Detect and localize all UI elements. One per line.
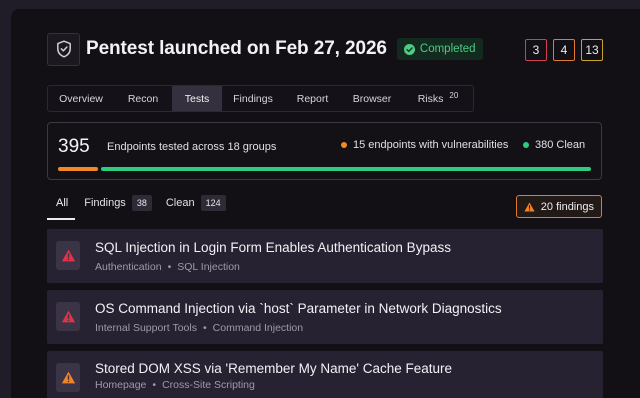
clean-dot-icon [523,142,529,148]
meta-separator: • [152,379,157,391]
clean-bar-segment [101,167,591,171]
tab-browser[interactable]: Browser [341,86,403,111]
endpoints-total-label: Endpoints tested across 18 groups [107,141,277,153]
endpoints-total: 395 [58,136,90,157]
filter-findings-label: Findings [84,196,126,209]
finding-type: Command Injection [212,322,304,334]
finding-meta: Internal Support Tools • Command Injection [95,322,303,334]
filter-clean[interactable]: Clean 124 [160,189,234,216]
check-circle-icon [403,43,415,55]
finding-card[interactable]: SQL Injection in Login Form Enables Auth… [47,229,603,283]
finding-category: Authentication [95,261,162,273]
finding-category: Internal Support Tools [95,322,197,334]
finding-meta: Homepage • Cross-Site Scripting [95,379,255,391]
finding-type: SQL Injection [177,261,240,273]
vulnerable-legend: 15 endpoints with vulnerabilities [341,139,508,151]
filter-findings[interactable]: Findings 38 [76,189,160,216]
vulnerable-bar-segment [58,167,98,171]
endpoint-progress-bar [58,167,591,171]
tab-overview[interactable]: Overview [48,86,114,111]
finding-title: SQL Injection in Login Form Enables Auth… [95,240,451,255]
shield-icon [47,32,80,66]
tab-recon[interactable]: Recon [114,86,172,111]
status-badge: Completed [396,38,483,60]
tab-tests[interactable]: Tests [172,86,222,111]
clean-label: 380 Clean [535,139,586,151]
filter-clean-label: Clean [165,196,195,209]
status-label: Completed [419,43,476,55]
finding-title: OS Command Injection via `host` Paramete… [95,301,502,316]
page-header: Pentest launched on Feb 27, 2026 Complet… [47,32,483,66]
finding-type: Cross-Site Scripting [162,379,255,391]
high-count-badge[interactable]: 4 [553,39,575,61]
tab-bar: Overview Recon Tests Findings Report Bro… [47,85,474,112]
clean-legend: 380 Clean [523,139,585,151]
finding-card[interactable]: Stored DOM XSS via 'Remember My Name' Ca… [47,351,603,398]
critical-warning-icon [56,302,80,331]
findings-count-badge[interactable]: 20 findings [515,195,602,218]
tab-risks-badge: 20 [449,90,459,100]
meta-separator: • [202,322,207,334]
filter-findings-count: 38 [131,194,152,211]
endpoint-summary: 395 Endpoints tested across 18 groups 15… [47,122,602,180]
high-warning-icon [56,363,80,392]
vulnerable-label: 15 endpoints with vulnerabilities [353,139,509,151]
active-filter-underline [47,218,75,220]
tab-risks-label: Risks [417,92,444,105]
severity-counts: 3 4 13 [525,39,603,61]
tab-report[interactable]: Report [284,86,341,111]
meta-separator: • [167,261,172,273]
tab-risks[interactable]: Risks 20 [403,86,473,111]
findings-count-label: 20 findings [540,200,594,213]
finding-card[interactable]: OS Command Injection via `host` Paramete… [47,290,603,344]
finding-meta: Authentication • SQL Injection [95,261,240,273]
findings-filter-bar: All Findings 38 Clean 124 20 findings [47,189,602,220]
critical-warning-icon [56,241,80,270]
filter-all[interactable]: All [47,189,76,216]
filter-clean-count: 124 [200,194,226,211]
tab-findings[interactable]: Findings [222,86,284,111]
finding-category: Homepage [95,379,147,391]
medium-count-badge[interactable]: 13 [581,39,603,61]
vulnerable-dot-icon [341,142,347,148]
finding-title: Stored DOM XSS via 'Remember My Name' Ca… [95,361,453,376]
critical-count-badge[interactable]: 3 [525,39,547,61]
warning-triangle-icon [524,201,535,212]
page-title: Pentest launched on Feb 27, 2026 [86,38,387,59]
